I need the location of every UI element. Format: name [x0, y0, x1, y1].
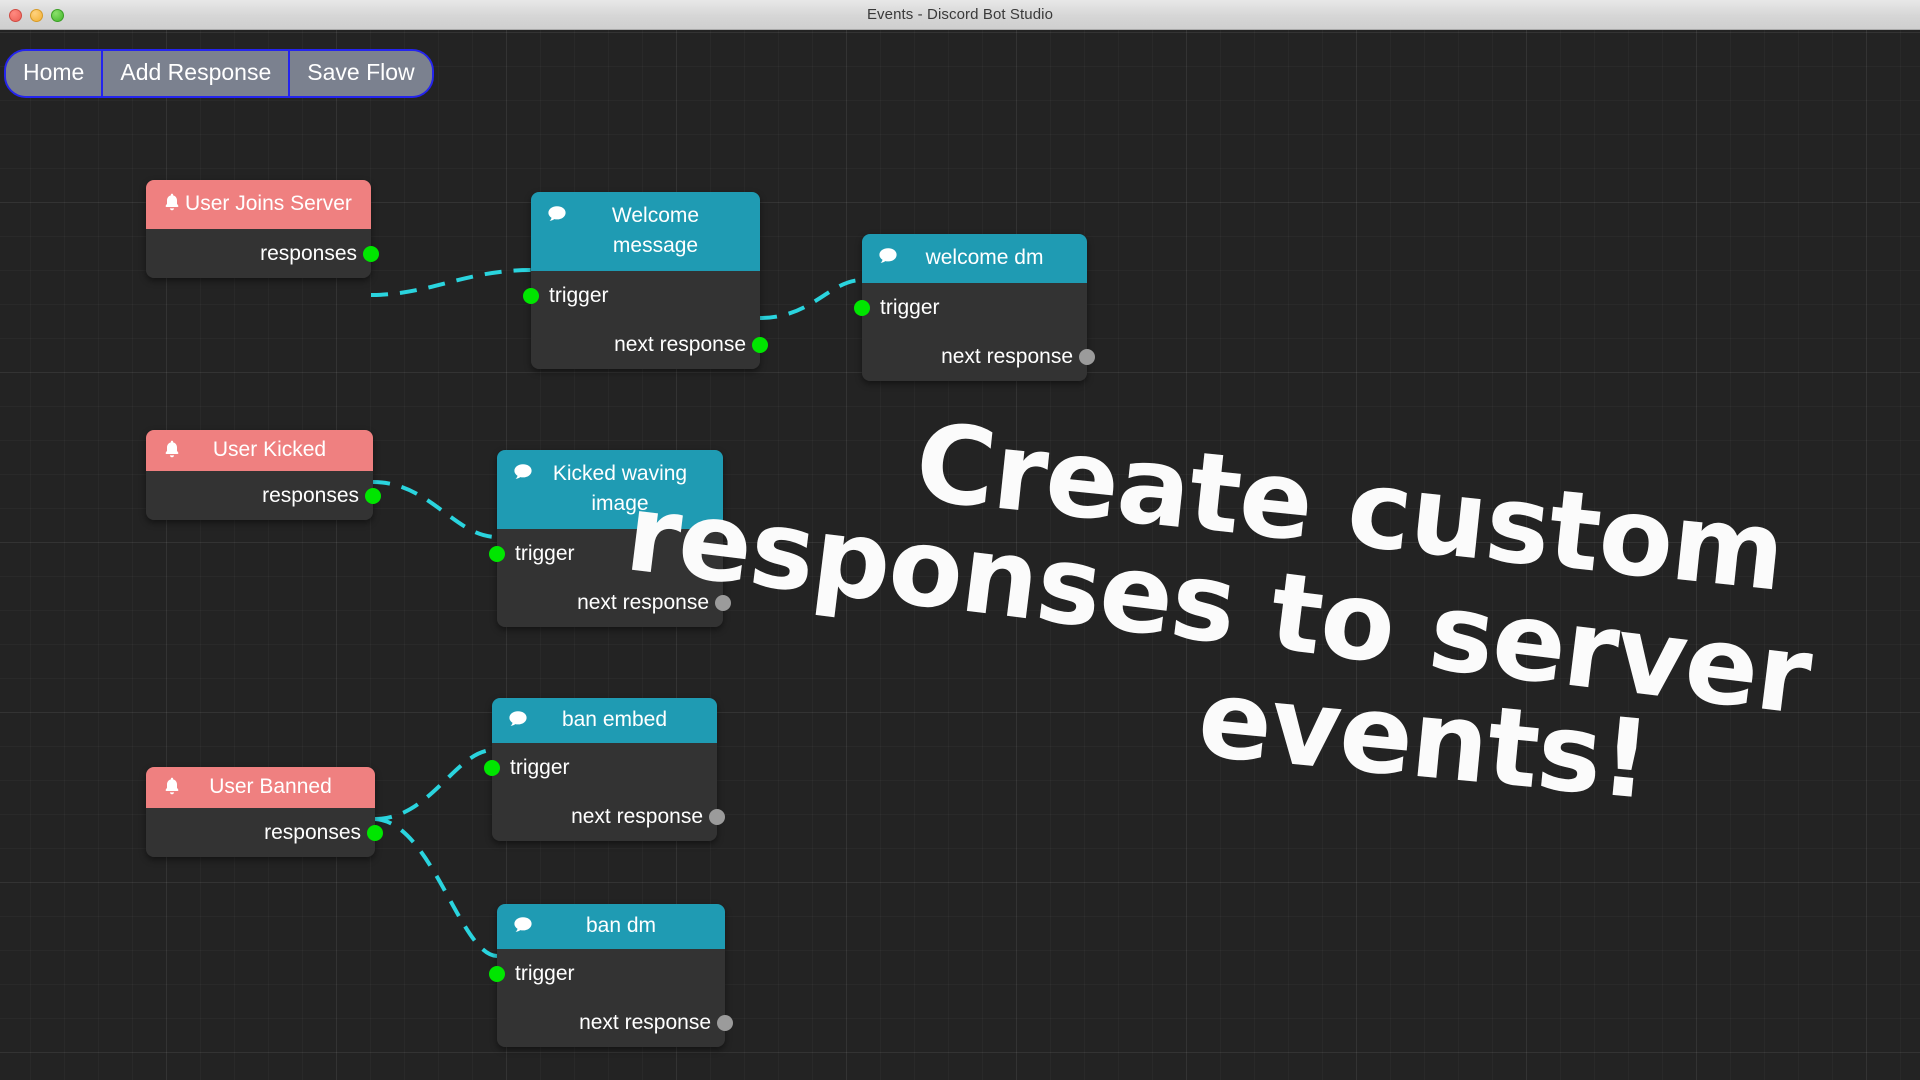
port-trigger[interactable]: [489, 546, 505, 562]
link-banned-to-ban-embed: [375, 750, 492, 819]
port-row-trigger: trigger: [497, 949, 725, 998]
port-row-responses: responses: [146, 471, 373, 520]
node-ban-dm[interactable]: ban dm trigger next response: [497, 904, 725, 1047]
port-row-responses: responses: [146, 229, 371, 278]
node-title: User Banned: [156, 774, 365, 800]
node-welcome-dm[interactable]: welcome dm trigger next response: [862, 234, 1087, 381]
node-user-joins-server[interactable]: User Joins Server responses: [146, 180, 371, 278]
port-row-trigger: trigger: [862, 283, 1087, 332]
node-title: User Kicked: [156, 437, 363, 463]
port-row-next-response: next response: [497, 998, 725, 1047]
node-header: User Joins Server: [146, 180, 371, 229]
port-next-response[interactable]: [752, 337, 768, 353]
add-response-button[interactable]: Add Response: [103, 51, 290, 96]
speech-bubble-icon: [545, 203, 569, 227]
port-label-trigger: trigger: [510, 755, 570, 781]
node-body: responses: [146, 471, 373, 520]
port-next-response[interactable]: [717, 1015, 733, 1031]
node-user-banned[interactable]: User Banned responses: [146, 767, 375, 857]
port-label-next-response: next response: [577, 590, 709, 616]
node-header: User Banned: [146, 767, 375, 808]
node-body: responses: [146, 229, 371, 278]
promo-line-1: Create custom: [767, 392, 1920, 624]
maximize-window-button[interactable]: [51, 9, 64, 22]
speech-bubble-icon: [506, 708, 530, 732]
minimize-window-button[interactable]: [30, 9, 43, 22]
window-titlebar: Events - Discord Bot Studio: [0, 0, 1920, 30]
port-row-responses: responses: [146, 808, 375, 857]
node-title: Welcome message: [541, 201, 750, 261]
link-joins-to-welcome-message: [371, 270, 531, 295]
port-next-response[interactable]: [1079, 349, 1095, 365]
toolbar: Home Add Response Save Flow: [4, 49, 434, 98]
port-label-next-response: next response: [941, 344, 1073, 370]
node-title: Kicked waving image: [507, 459, 713, 519]
port-label-responses: responses: [264, 820, 361, 846]
link-banned-to-ban-dm: [375, 819, 497, 956]
node-header: Welcome message: [531, 192, 760, 271]
node-ban-embed[interactable]: ban embed trigger next response: [492, 698, 717, 841]
save-flow-button[interactable]: Save Flow: [290, 51, 431, 96]
port-responses[interactable]: [363, 246, 379, 262]
port-trigger[interactable]: [484, 760, 500, 776]
port-row-next-response: next response: [492, 792, 717, 841]
port-responses[interactable]: [365, 488, 381, 504]
node-header: ban dm: [497, 904, 725, 949]
port-label-next-response: next response: [579, 1010, 711, 1036]
speech-bubble-icon: [876, 245, 900, 269]
port-label-responses: responses: [260, 241, 357, 267]
node-title: User Joins Server: [156, 189, 361, 219]
close-window-button[interactable]: [9, 9, 22, 22]
node-body: trigger next response: [497, 529, 723, 627]
port-trigger[interactable]: [489, 966, 505, 982]
link-welcome-message-to-welcome-dm: [760, 280, 862, 318]
port-label-trigger: trigger: [515, 961, 575, 987]
node-header: ban embed: [492, 698, 717, 743]
port-row-next-response: next response: [862, 332, 1087, 381]
node-body: trigger next response: [497, 949, 725, 1047]
port-label-next-response: next response: [614, 332, 746, 358]
port-label-trigger: trigger: [880, 295, 940, 321]
promo-overlay-text: Create custom responses to server events…: [722, 385, 1912, 848]
window-controls: [9, 0, 64, 30]
node-title: ban embed: [502, 707, 707, 733]
node-title: ban dm: [507, 913, 715, 939]
node-header: welcome dm: [862, 234, 1087, 283]
home-button[interactable]: Home: [6, 51, 103, 96]
port-row-next-response: next response: [497, 578, 723, 627]
port-row-trigger: trigger: [492, 743, 717, 792]
node-body: trigger next response: [862, 283, 1087, 381]
port-row-trigger: trigger: [497, 529, 723, 578]
port-next-response[interactable]: [715, 595, 731, 611]
promo-line-2: responses to server: [621, 478, 1786, 730]
node-body: trigger next response: [531, 271, 760, 369]
port-row-trigger: trigger: [531, 271, 760, 320]
node-body: trigger next response: [492, 743, 717, 841]
node-kicked-waving-image[interactable]: Kicked waving image trigger next respons…: [497, 450, 723, 627]
node-title: welcome dm: [872, 243, 1077, 273]
bell-icon: [160, 775, 184, 799]
node-body: responses: [146, 808, 375, 857]
bell-icon: [160, 191, 184, 215]
port-label-trigger: trigger: [515, 541, 575, 567]
bell-icon: [160, 438, 184, 462]
port-trigger[interactable]: [854, 300, 870, 316]
speech-bubble-icon: [511, 914, 535, 938]
port-responses[interactable]: [367, 825, 383, 841]
flow-canvas[interactable]: Home Add Response Save Flow User Joins S…: [0, 30, 1920, 1080]
port-next-response[interactable]: [709, 809, 725, 825]
node-header: User Kicked: [146, 430, 373, 471]
node-header: Kicked waving image: [497, 450, 723, 529]
promo-line-3: events!: [841, 630, 1920, 852]
node-welcome-message[interactable]: Welcome message trigger next response: [531, 192, 760, 369]
node-user-kicked[interactable]: User Kicked responses: [146, 430, 373, 520]
port-row-next-response: next response: [531, 320, 760, 369]
port-label-responses: responses: [262, 483, 359, 509]
port-trigger[interactable]: [523, 288, 539, 304]
window-title: Events - Discord Bot Studio: [0, 0, 1920, 30]
port-label-next-response: next response: [571, 804, 703, 830]
port-label-trigger: trigger: [549, 283, 609, 309]
link-kicked-to-kicked-image: [373, 482, 497, 537]
speech-bubble-icon: [511, 461, 535, 485]
